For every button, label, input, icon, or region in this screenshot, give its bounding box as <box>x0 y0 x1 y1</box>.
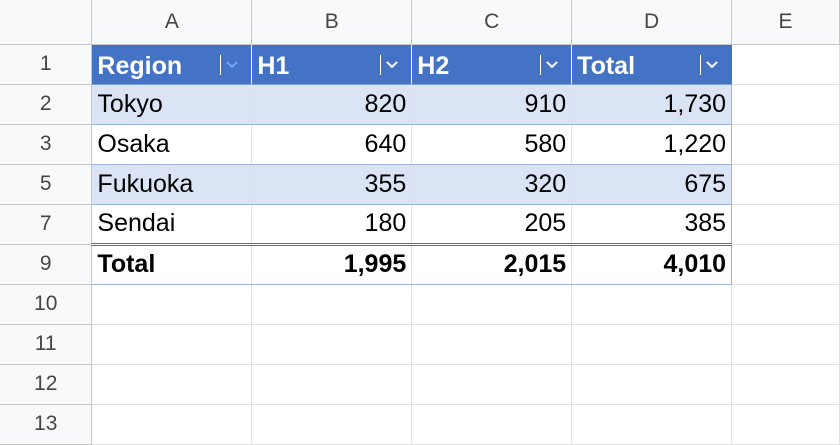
cell[interactable] <box>91 404 253 445</box>
cell-region[interactable]: Osaka <box>91 124 253 165</box>
header-cell-total[interactable]: Total <box>571 44 733 85</box>
header-label: Total <box>577 51 636 80</box>
total-row: 9 Total 1,995 2,015 4,010 <box>0 244 840 285</box>
table-row: 3 Osaka 640 580 1,220 <box>0 124 840 165</box>
cell[interactable] <box>731 44 840 85</box>
cell[interactable] <box>731 84 840 125</box>
grand-total-cell[interactable]: 4,010 <box>571 244 733 285</box>
row-header[interactable]: 1 <box>0 44 93 85</box>
row-header[interactable]: 2 <box>0 84 93 125</box>
cell[interactable] <box>571 324 733 365</box>
cell-h2[interactable]: 320 <box>411 164 573 205</box>
total-h2-cell[interactable]: 2,015 <box>411 244 573 285</box>
chevron-down-icon[interactable] <box>540 54 563 75</box>
cell-h2[interactable]: 910 <box>411 84 573 125</box>
header-label: H2 <box>417 51 450 80</box>
cell[interactable] <box>731 244 840 285</box>
row-header[interactable]: 5 <box>0 164 93 205</box>
header-cell-region[interactable]: Region <box>91 44 253 85</box>
cell-h2[interactable]: 580 <box>411 124 573 165</box>
cell[interactable] <box>731 404 840 445</box>
select-all-corner[interactable] <box>0 0 93 45</box>
cell[interactable] <box>91 324 253 365</box>
cell-total[interactable]: 675 <box>571 164 733 205</box>
column-header-a[interactable]: A <box>91 0 253 45</box>
cell[interactable] <box>411 284 573 325</box>
table-row: 2 Tokyo 820 910 1,730 <box>0 84 840 125</box>
cell[interactable] <box>731 284 840 325</box>
cell[interactable] <box>251 284 413 325</box>
cell[interactable] <box>731 324 840 365</box>
cell[interactable] <box>91 284 253 325</box>
row-header[interactable]: 7 <box>0 204 93 245</box>
cell[interactable] <box>731 124 840 165</box>
empty-row: 13 <box>0 404 840 445</box>
filter-chevron-active-icon[interactable] <box>220 54 243 75</box>
row-header[interactable]: 11 <box>0 324 93 365</box>
cell-h1[interactable]: 180 <box>251 204 413 246</box>
total-h1-cell[interactable]: 1,995 <box>251 244 413 285</box>
cell[interactable] <box>411 364 573 405</box>
cell-h2[interactable]: 205 <box>411 204 573 246</box>
cell-region[interactable]: Tokyo <box>91 84 253 125</box>
table-row: 7 Sendai 180 205 385 <box>0 204 840 246</box>
sheet-grid: A B C D E 1 Region H1 H2 Total 2 Tokyo 8… <box>0 0 840 445</box>
cell-total[interactable]: 1,220 <box>571 124 733 165</box>
cell-h1[interactable]: 820 <box>251 84 413 125</box>
cell[interactable] <box>571 404 733 445</box>
cell[interactable] <box>571 364 733 405</box>
cell[interactable] <box>411 324 573 365</box>
row-header[interactable]: 12 <box>0 364 93 405</box>
cell-h1[interactable]: 640 <box>251 124 413 165</box>
row-header[interactable]: 13 <box>0 404 93 445</box>
total-label-cell[interactable]: Total <box>91 244 253 285</box>
header-cell-h1[interactable]: H1 <box>251 44 413 85</box>
empty-row: 11 <box>0 324 840 365</box>
cell-total[interactable]: 385 <box>571 204 733 246</box>
cell[interactable] <box>251 404 413 445</box>
chevron-down-icon[interactable] <box>380 54 403 75</box>
header-label: Region <box>97 51 183 80</box>
cell[interactable] <box>251 364 413 405</box>
chevron-down-icon[interactable] <box>700 54 723 75</box>
cell[interactable] <box>411 404 573 445</box>
column-header-e[interactable]: E <box>731 0 840 45</box>
empty-row: 12 <box>0 364 840 405</box>
cell[interactable] <box>731 364 840 405</box>
column-header-d[interactable]: D <box>571 0 733 45</box>
column-header-row: A B C D E <box>0 0 840 45</box>
cell-h1[interactable]: 355 <box>251 164 413 205</box>
cell[interactable] <box>571 284 733 325</box>
table-row: 5 Fukuoka 355 320 675 <box>0 164 840 205</box>
spreadsheet: A B C D E 1 Region H1 H2 Total 2 Tokyo 8… <box>0 0 840 445</box>
cell-region[interactable]: Sendai <box>91 204 253 246</box>
cell[interactable] <box>731 164 840 205</box>
cell-total[interactable]: 1,730 <box>571 84 733 125</box>
cell[interactable] <box>251 324 413 365</box>
cell[interactable] <box>731 204 840 245</box>
row-header[interactable]: 3 <box>0 124 93 165</box>
column-header-b[interactable]: B <box>251 0 413 45</box>
header-cell-h2[interactable]: H2 <box>411 44 573 85</box>
row-header[interactable]: 9 <box>0 244 93 285</box>
column-header-c[interactable]: C <box>411 0 573 45</box>
cell-region[interactable]: Fukuoka <box>91 164 253 205</box>
header-label: H1 <box>257 51 290 80</box>
row-header[interactable]: 10 <box>0 284 93 325</box>
cell[interactable] <box>91 364 253 405</box>
table-header-row: 1 Region H1 H2 Total <box>0 44 840 85</box>
empty-row: 10 <box>0 284 840 325</box>
